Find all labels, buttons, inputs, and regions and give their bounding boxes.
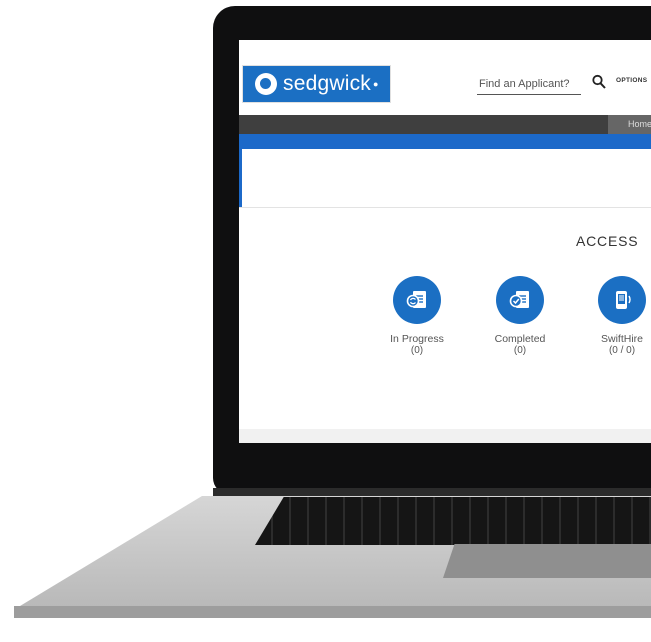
screen-footer [239, 429, 651, 443]
divider [239, 207, 651, 208]
document-check-icon [496, 276, 544, 324]
applicant-search-input[interactable] [477, 73, 581, 95]
trackpad [443, 544, 651, 578]
tile-completed[interactable]: Completed (0) [480, 276, 560, 356]
app-screen: sedgwick ● OPTIONS Home ACCESS In P [239, 40, 651, 443]
document-refresh-icon [393, 276, 441, 324]
nav-item-home[interactable]: Home [608, 115, 651, 134]
tile-label: In Progress [390, 333, 444, 345]
tile-count: (0) [410, 345, 424, 356]
tile-in-progress[interactable]: In Progress (0) [377, 276, 457, 356]
accent-strip [239, 134, 651, 149]
keyboard [255, 497, 651, 545]
mobile-phone-icon [598, 276, 646, 324]
tile-count: (0 / 0) [608, 345, 636, 356]
tile-swifthire[interactable]: SwiftHire (0 / 0) [582, 276, 651, 356]
brand-name: sedgwick [283, 72, 371, 95]
tile-label: SwiftHire [600, 333, 643, 345]
tile-count: (0) [513, 345, 527, 356]
section-title: ACCESS [576, 233, 639, 249]
search-icon[interactable] [592, 74, 606, 90]
nav-bar: Home [239, 115, 651, 134]
banner [239, 149, 651, 207]
logo-mark-icon [255, 73, 277, 95]
brand-logo[interactable]: sedgwick ● [242, 65, 391, 103]
header: sedgwick ● OPTIONS [239, 40, 651, 115]
tile-label: Completed [494, 333, 546, 345]
options-menu[interactable]: OPTIONS [616, 77, 647, 84]
logo-dot-icon: ● [372, 79, 379, 89]
laptop-base-edge [14, 606, 651, 618]
